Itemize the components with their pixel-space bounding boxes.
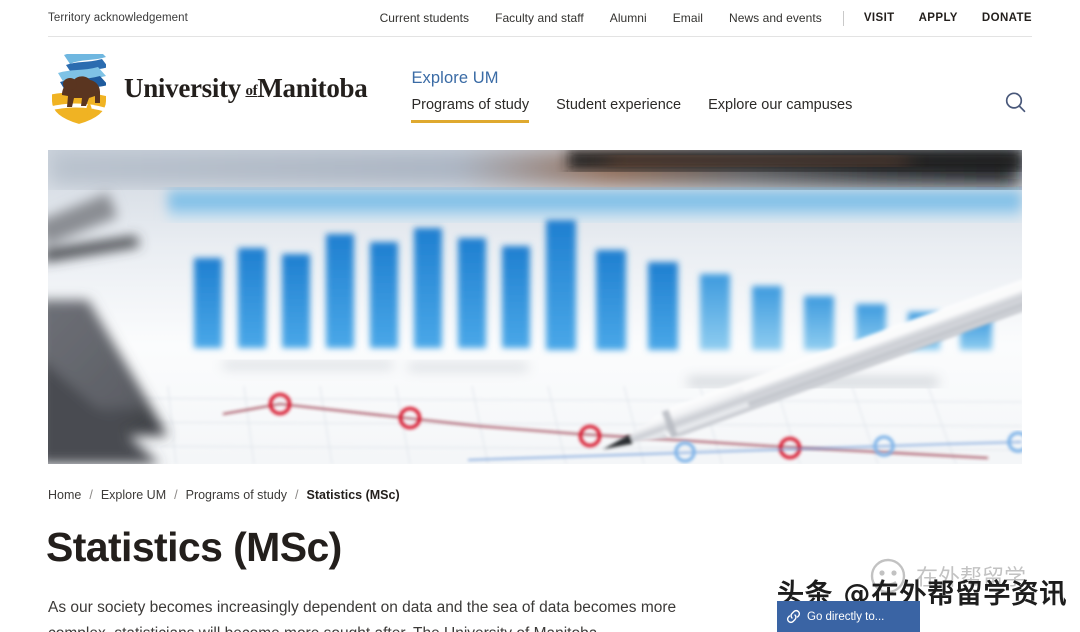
masthead: University ofManitoba Explore UM Program… (0, 37, 1080, 142)
wordmark-of: of (245, 83, 258, 100)
nav-item-programs-of-study[interactable]: Programs of study (411, 97, 530, 123)
nav-item-student-experience[interactable]: Student experience (556, 97, 681, 120)
go-directly-to-button[interactable]: Go directly to... (777, 601, 920, 632)
main-navigation: Explore UM Programs of study Student exp… (411, 69, 852, 123)
um-wordmark: University ofManitoba (124, 73, 368, 104)
hero-illustration (48, 150, 1022, 464)
search-button[interactable] (998, 85, 1032, 119)
um-bison-shield-icon (48, 51, 110, 127)
page-title: Statistics (MSc) (46, 524, 342, 570)
territory-acknowledgement-link[interactable]: Territory acknowledgement (48, 12, 188, 24)
breadcrumb: Home / Explore UM / Programs of study / … (48, 488, 400, 502)
go-directly-to-label: Go directly to... (807, 610, 885, 623)
link-anchor-icon (786, 609, 801, 624)
breadcrumb-separator: / (89, 488, 93, 502)
wordmark-line-2: ofManitoba (245, 73, 367, 103)
visit-link[interactable]: VISIT (852, 12, 907, 24)
search-icon (1005, 91, 1025, 112)
breadcrumb-item-explore-um[interactable]: Explore UM (101, 488, 166, 502)
nav-explore-um[interactable]: Explore UM (411, 69, 498, 88)
utility-link-current-students[interactable]: Current students (367, 11, 483, 25)
page-intro-paragraph: As our society becomes increasingly depe… (48, 599, 677, 632)
um-logo-link[interactable]: University ofManitoba (48, 51, 368, 127)
utility-link-email[interactable]: Email (660, 11, 716, 25)
utility-divider (842, 10, 844, 26)
utility-nav: Current students Faculty and staff Alumn… (367, 10, 1032, 26)
breadcrumb-item-programs-of-study[interactable]: Programs of study (186, 488, 287, 502)
wordmark-manitoba: Manitoba (257, 73, 368, 104)
breadcrumb-separator: / (174, 488, 178, 502)
nav-row: Programs of study Student experience Exp… (411, 97, 852, 123)
nav-item-explore-our-campuses[interactable]: Explore our campuses (708, 97, 852, 120)
hero-image (48, 150, 1022, 464)
apply-link[interactable]: APPLY (907, 12, 970, 24)
utility-link-news-and-events[interactable]: News and events (716, 11, 835, 25)
wordmark-line-1: University (124, 73, 241, 104)
utility-link-alumni[interactable]: Alumni (597, 11, 660, 25)
breadcrumb-separator: / (295, 488, 299, 502)
breadcrumb-item-home[interactable]: Home (48, 488, 81, 502)
utility-bar: Territory acknowledgement Current studen… (0, 0, 1080, 36)
breadcrumb-item-current: Statistics (MSc) (306, 488, 400, 502)
donate-link[interactable]: DONATE (970, 12, 1032, 24)
utility-link-faculty-and-staff[interactable]: Faculty and staff (482, 11, 597, 25)
